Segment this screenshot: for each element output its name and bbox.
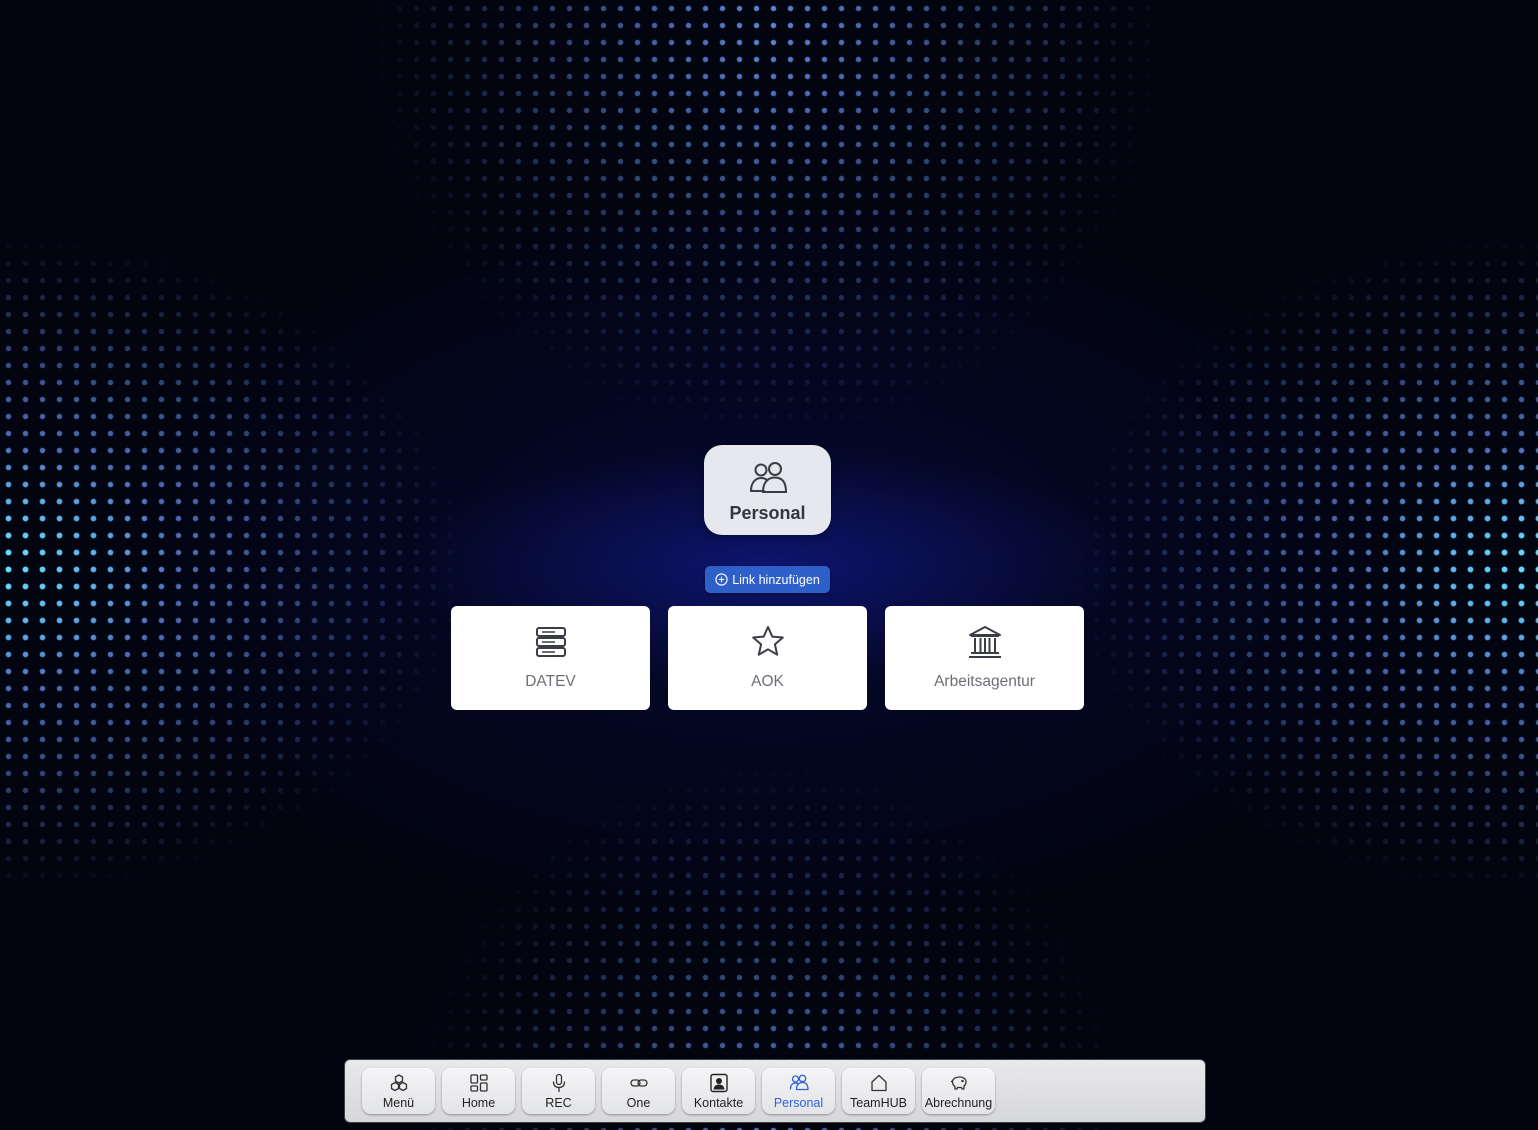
- dock-item-label: Menü: [382, 1096, 415, 1110]
- link-card-datev[interactable]: DATEV: [451, 606, 650, 710]
- link-card-label: AOK: [751, 673, 784, 690]
- plus-circle-icon: [715, 573, 728, 586]
- star-icon: [751, 626, 784, 656]
- people-icon: [789, 1074, 809, 1091]
- dock-bar: Menü Home REC One Kontakte Personal Team…: [345, 1060, 1205, 1122]
- add-link-label: Link hinzufügen: [732, 572, 820, 587]
- link-card-label: DATEV: [525, 673, 576, 690]
- dock-item-menu[interactable]: Menü: [362, 1068, 435, 1114]
- server-icon: [535, 627, 566, 657]
- people-icon: [749, 462, 787, 493]
- link-card-aok[interactable]: AOK: [668, 606, 867, 710]
- dock-item-label: One: [626, 1096, 651, 1110]
- dock-item-teamhub[interactable]: TeamHUB: [842, 1068, 915, 1114]
- dotted-background: [0, 0, 1538, 1130]
- background-highlight-dots: [0, 0, 1538, 1130]
- dock-item-rec[interactable]: REC: [522, 1068, 595, 1114]
- grid-icon: [469, 1074, 488, 1092]
- category-title: Personal: [729, 503, 806, 523]
- category-tile-personal[interactable]: Personal: [704, 445, 831, 535]
- bank-building-icon: [968, 626, 1001, 658]
- dock-item-label: Abrechnung: [924, 1096, 993, 1110]
- dock-item-label: Home: [461, 1096, 496, 1110]
- link-card-arbeitsagentur[interactable]: Arbeitsagentur: [885, 606, 1084, 710]
- dock-item-label: Personal: [773, 1096, 824, 1110]
- link-card-label: Arbeitsagentur: [934, 673, 1035, 690]
- dock-item-label: Kontakte: [693, 1096, 744, 1110]
- dock-item-label: REC: [545, 1096, 572, 1110]
- contact-card-icon: [709, 1073, 728, 1093]
- dock-item-abrechnung[interactable]: Abrechnung: [922, 1068, 995, 1114]
- microphone-icon: [552, 1073, 565, 1093]
- piggy-bank-icon: [950, 1076, 967, 1090]
- link-icon: [629, 1079, 648, 1087]
- dock-item-label: TeamHUB: [850, 1096, 907, 1110]
- dock-item-one[interactable]: One: [602, 1068, 675, 1114]
- dock-item-home[interactable]: Home: [442, 1068, 515, 1114]
- cubes-icon: [390, 1074, 407, 1092]
- dock-item-personal[interactable]: Personal: [762, 1068, 835, 1114]
- house-icon: [870, 1074, 887, 1092]
- dock-item-kontakte[interactable]: Kontakte: [682, 1068, 755, 1114]
- add-link-button[interactable]: Link hinzufügen: [705, 566, 830, 593]
